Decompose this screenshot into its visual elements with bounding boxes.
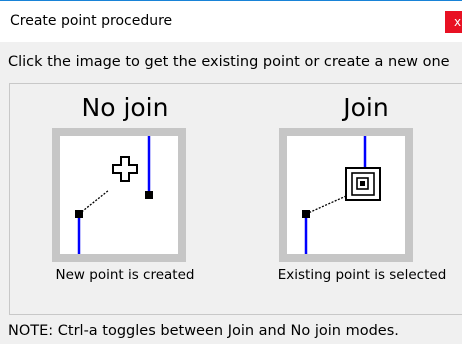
- note-text: NOTE: Ctrl-a toggles between Join and No…: [8, 323, 399, 339]
- join-button[interactable]: [279, 128, 413, 262]
- instruction-text: Click the image to get the existing poin…: [8, 54, 450, 70]
- title-bar: Create point procedure x: [0, 0, 462, 42]
- mode-selection-group: No join New point is created Join Existi…: [9, 83, 462, 315]
- join-caption: Existing point is selected: [277, 267, 447, 283]
- join-icon: [287, 136, 405, 254]
- no-join-caption: New point is created: [55, 267, 195, 283]
- no-join-button[interactable]: [52, 128, 186, 262]
- window-title: Create point procedure: [10, 13, 173, 29]
- no-join-title: No join: [81, 93, 169, 122]
- no-join-icon: [60, 136, 178, 254]
- join-title: Join: [343, 93, 389, 122]
- close-button[interactable]: x: [445, 11, 462, 33]
